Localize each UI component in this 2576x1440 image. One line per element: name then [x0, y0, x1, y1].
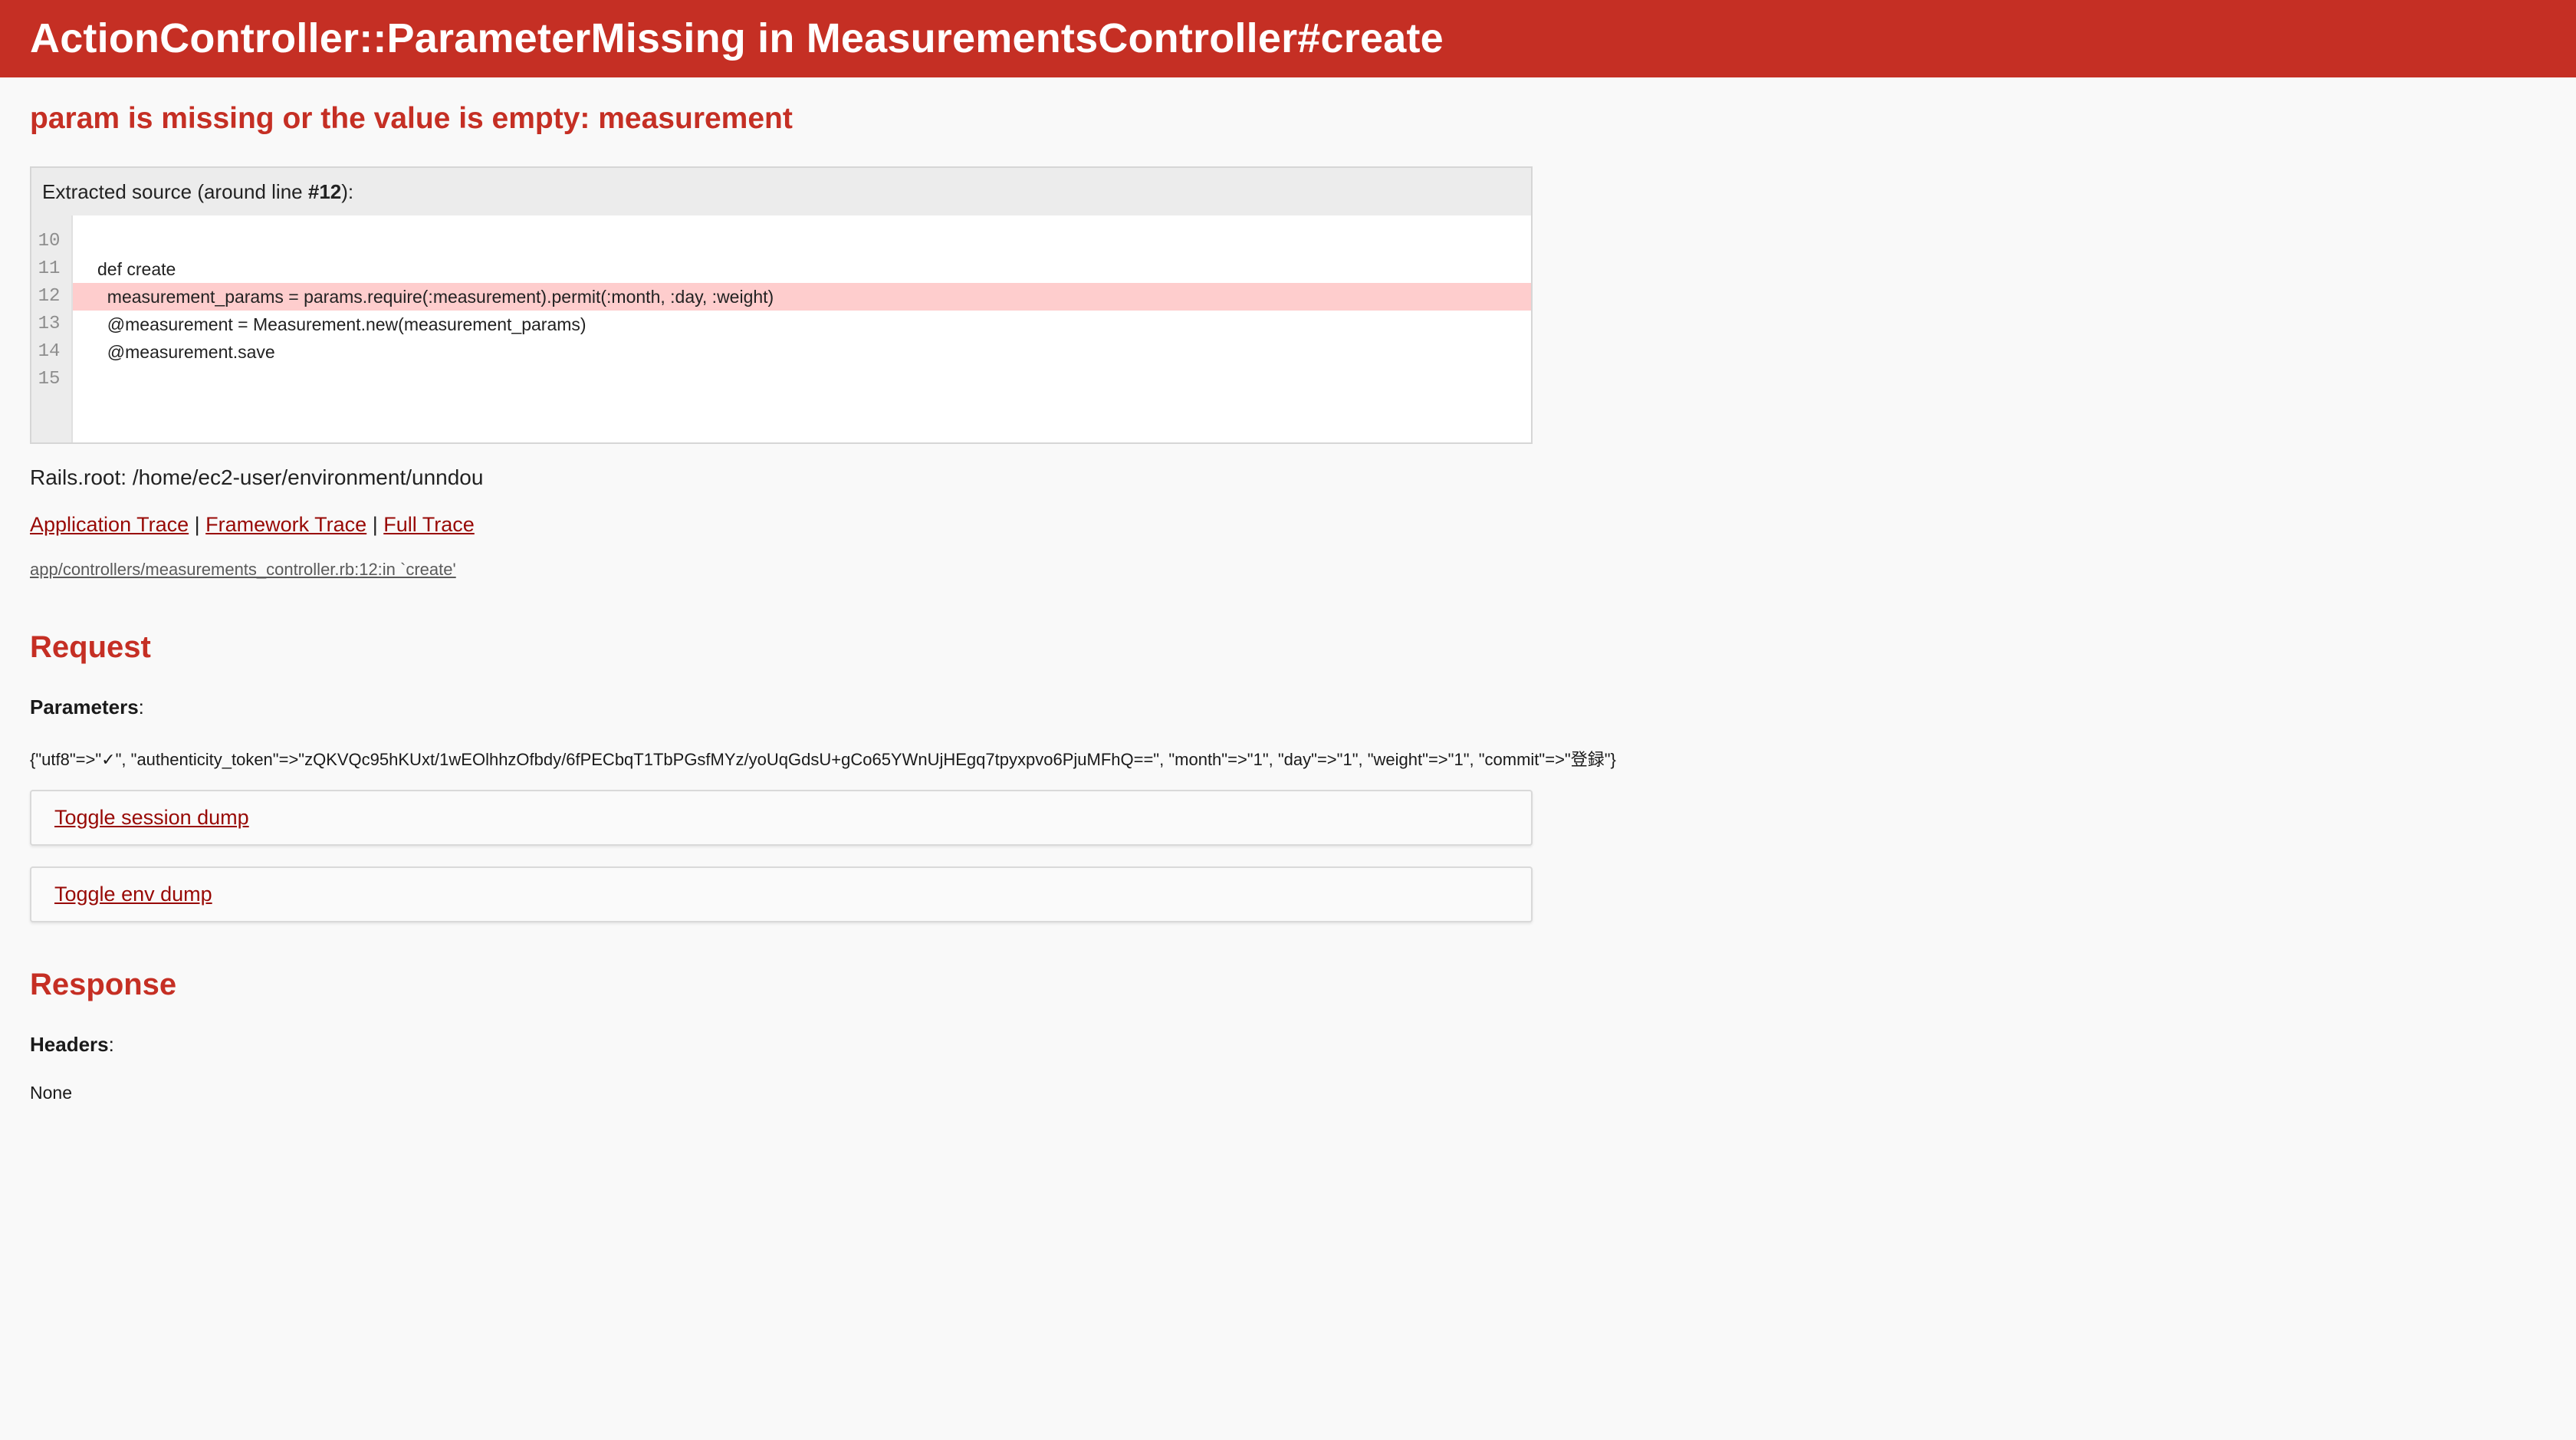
source-heading-prefix: Extracted source (around line — [42, 180, 308, 203]
headers-label-text: Headers — [30, 1033, 109, 1056]
code-text: def create — [97, 259, 176, 279]
error-title: ActionController::ParameterMissing in Me… — [30, 15, 1444, 61]
parameters-value: {"utf8"=>"✓", "authenticity_token"=>"zQK… — [30, 750, 1616, 769]
line-number: 13 — [38, 314, 61, 334]
line-number: 15 — [38, 369, 61, 390]
toggle-session-dump-link[interactable]: Toggle session dump — [54, 806, 249, 829]
code-line: @measurement.save — [73, 338, 1531, 366]
source-heading: Extracted source (around line #12): — [31, 168, 1531, 215]
trace-separator: | — [366, 513, 384, 536]
application-trace-link[interactable]: Application Trace — [30, 513, 189, 536]
framework-trace-link[interactable]: Framework Trace — [205, 513, 366, 536]
line-number: 10 — [38, 231, 61, 252]
code-line — [73, 228, 1531, 255]
rails-root: Rails.root: /home/ec2-user/environment/u… — [30, 465, 484, 489]
headers-label: Headers: — [30, 1033, 114, 1056]
extracted-source-panel: Extracted source (around line #12): 10 1… — [30, 166, 1533, 444]
toggle-env-dump-link[interactable]: Toggle env dump — [54, 883, 212, 906]
code-line — [73, 366, 1531, 393]
trace-separator: | — [189, 513, 206, 536]
code-line: @measurement = Measurement.new(measureme… — [73, 311, 1531, 338]
response-heading: Response — [30, 968, 177, 1001]
source-code-body: 10 11 12 13 14 15 def create measurement… — [31, 215, 1531, 442]
highlighted-code-line: measurement_params = params.require(:mea… — [73, 283, 1531, 311]
session-dump-box: Toggle session dump — [30, 790, 1533, 846]
parameters-label-text: Parameters — [30, 695, 139, 718]
parameters-label: Parameters: — [30, 695, 144, 718]
trace-links: Application Trace | Framework Trace | Fu… — [30, 513, 475, 537]
env-dump-box: Toggle env dump — [30, 866, 1533, 922]
line-number-gutter: 10 11 12 13 14 15 — [31, 215, 73, 442]
error-message: param is missing or the value is empty: … — [30, 102, 793, 135]
full-trace-link[interactable]: Full Trace — [383, 513, 475, 536]
source-heading-line: #12 — [307, 180, 342, 203]
trace-line-link[interactable]: app/controllers/measurements_controller.… — [30, 560, 456, 580]
code-text: @measurement.save — [97, 342, 275, 362]
code-text: measurement_params = params.require(:mea… — [97, 287, 774, 307]
line-number: 11 — [38, 258, 61, 279]
line-number: 12 — [38, 286, 61, 307]
headers-value: None — [30, 1083, 72, 1103]
request-heading: Request — [30, 630, 151, 664]
code-text: @measurement = Measurement.new(measureme… — [97, 314, 586, 334]
error-header: ActionController::ParameterMissing in Me… — [0, 0, 2576, 77]
line-number: 14 — [38, 341, 61, 362]
source-heading-suffix: ): — [341, 180, 354, 203]
code-line: def create — [73, 255, 1531, 283]
